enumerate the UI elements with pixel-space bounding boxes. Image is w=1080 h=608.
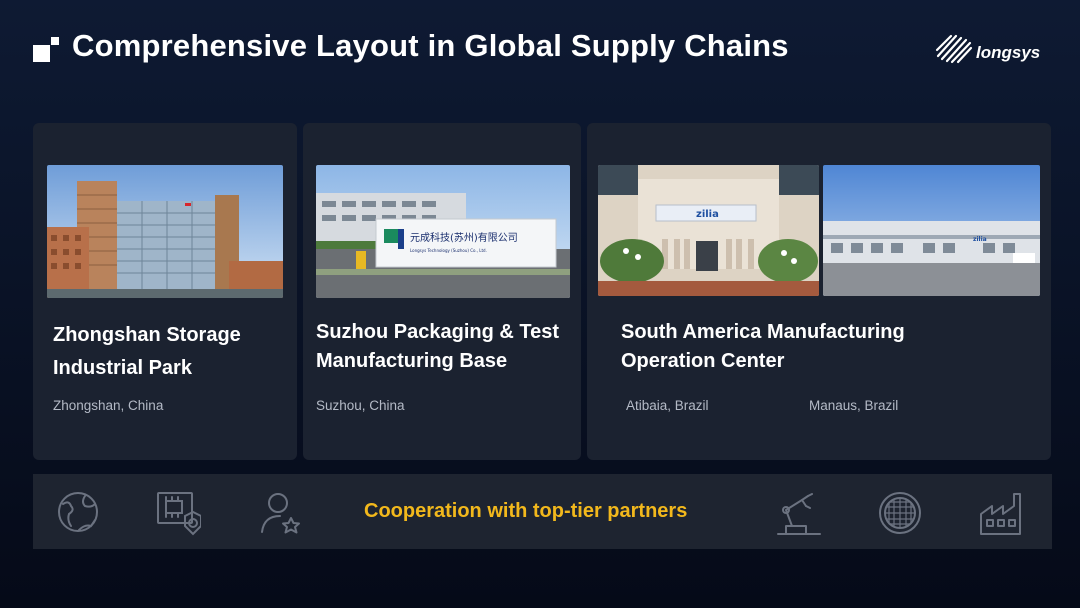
sign-text: 元成科技(苏州)有限公司 (410, 231, 518, 244)
page-title: Comprehensive Layout in Global Supply Ch… (72, 28, 789, 63)
card-title: Zhongshan Storage Industrial Park (53, 320, 293, 383)
card-title-line1: South America Manufacturing (621, 321, 905, 343)
zilia-sign-text-2: zilia (973, 236, 987, 243)
globe-hand-icon (58, 492, 98, 532)
card-title: South America Manufacturing Operation Ce… (621, 317, 1041, 376)
card-suzhou: 元成科技(苏州)有限公司 Longsys Technology (Suzhou)… (303, 123, 581, 460)
card-title-line2: Operation Center (621, 350, 785, 372)
title-mark-icon (33, 37, 59, 63)
manaus-photo: zilia (823, 165, 1040, 296)
card-title-line1: Zhongshan Storage (53, 324, 241, 346)
brand-logo: longsys (934, 32, 1054, 66)
location-label: Suzhou, China (316, 398, 405, 413)
card-title-line2: Manufacturing Base (316, 350, 508, 372)
partners-bar: Cooperation with top-tier partners (33, 474, 1052, 549)
location-label: Manaus, Brazil (809, 398, 899, 413)
card-zhongshan: Zhongshan Storage Industrial Park Zhongs… (33, 123, 297, 460)
card-title: Suzhou Packaging & Test Manufacturing Ba… (316, 317, 580, 376)
card-title-line2: Industrial Park (53, 357, 192, 379)
robot-arm-icon (777, 493, 821, 535)
chip-certificate-icon (157, 492, 201, 536)
wafer-icon (879, 492, 921, 534)
sign-subtext: Longsys Technology (Suzhou) Co., Ltd. (410, 248, 487, 253)
zhongshan-park-photo (47, 165, 283, 298)
user-star-icon (261, 493, 300, 534)
longsys-logo-icon (935, 34, 973, 64)
factory-icon (980, 493, 1021, 535)
card-south-america: zilia zilia South America Manufacturing … (587, 123, 1051, 460)
cooperation-text: Cooperation with top-tier partners (364, 500, 688, 522)
card-title-line1: Suzhou Packaging & Test (316, 321, 559, 343)
location-label: Atibaia, Brazil (626, 398, 709, 413)
location-label: Zhongshan, China (53, 398, 164, 413)
brand-name: longsys (976, 43, 1041, 62)
atibaia-photo: zilia (598, 165, 819, 296)
zilia-sign-text: zilia (696, 209, 719, 220)
suzhou-base-photo: 元成科技(苏州)有限公司 Longsys Technology (Suzhou)… (316, 165, 570, 298)
